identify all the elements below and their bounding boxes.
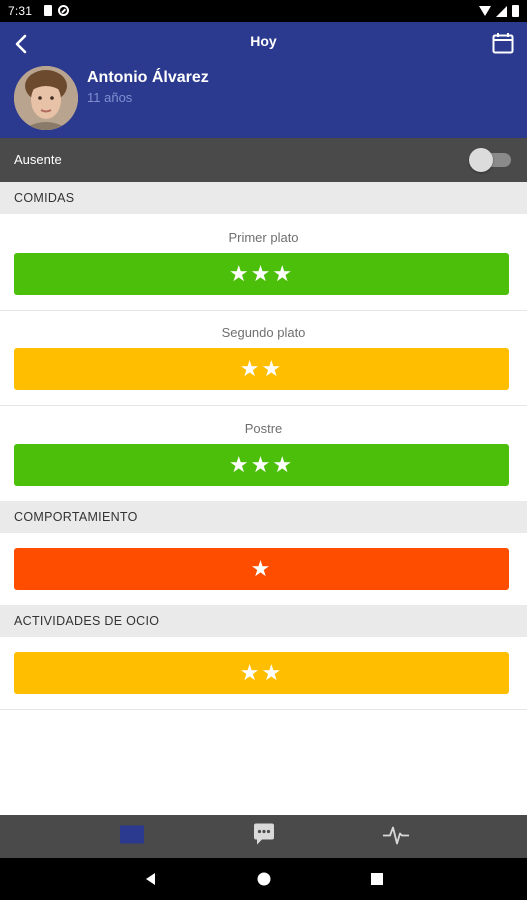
system-home-button[interactable] [256,871,272,887]
do-not-disturb-icon [58,5,69,16]
battery-icon [512,5,519,17]
bottom-nav [0,815,527,858]
toggle-thumb [469,148,493,172]
back-triangle-icon [146,873,155,885]
section-header-behaviour: COMPORTAMIENTO [0,501,527,533]
calendar-button[interactable] [491,31,515,55]
page-title: Hoy [250,33,277,49]
system-nav-bar [0,858,527,900]
status-bar: 7:31 [0,0,527,22]
calendar-icon [492,33,514,54]
absent-row: Ausente [0,138,527,182]
child-name: Antonio Álvarez [87,69,209,86]
child-age: 11 años [87,90,133,105]
recents-square-icon [371,873,383,885]
absent-label: Ausente [14,152,62,167]
system-recents-button[interactable] [369,871,385,887]
rating-bar-first-course[interactable]: ★★★ [14,253,509,295]
absent-toggle[interactable] [469,147,515,173]
calendar-list-icon [119,825,144,843]
activity-pulse-icon [382,826,409,844]
sim-card-icon [44,5,52,16]
rating-bar-leisure[interactable]: ★★ [14,652,509,694]
wifi-icon [479,6,491,16]
chat-bubble-icon [253,823,274,844]
divider [0,709,527,710]
status-time: 7:31 [8,4,33,18]
nav-item-activity[interactable] [308,815,483,858]
divider [0,405,527,406]
home-circle-icon [257,872,271,886]
section-header-leisure: ACTIVIDADES DE OCIO [0,605,527,637]
rating-bar-second-course[interactable]: ★★ [14,348,509,390]
system-back-button[interactable] [143,871,159,887]
rating-bar-dessert[interactable]: ★★★ [14,444,509,486]
section-header-meals: COMIDAS [0,182,527,214]
divider [0,310,527,311]
meal-label-dessert: Postre [244,421,283,436]
rating-bar-behaviour[interactable]: ★ [14,548,509,590]
child-avatar [14,66,78,130]
signal-icon [496,5,507,17]
meal-label-second-course: Segundo plato [221,325,306,340]
app-header: Hoy Antonio Álvarez 11 años [0,22,527,138]
meal-label-first-course: Primer plato [228,230,299,245]
